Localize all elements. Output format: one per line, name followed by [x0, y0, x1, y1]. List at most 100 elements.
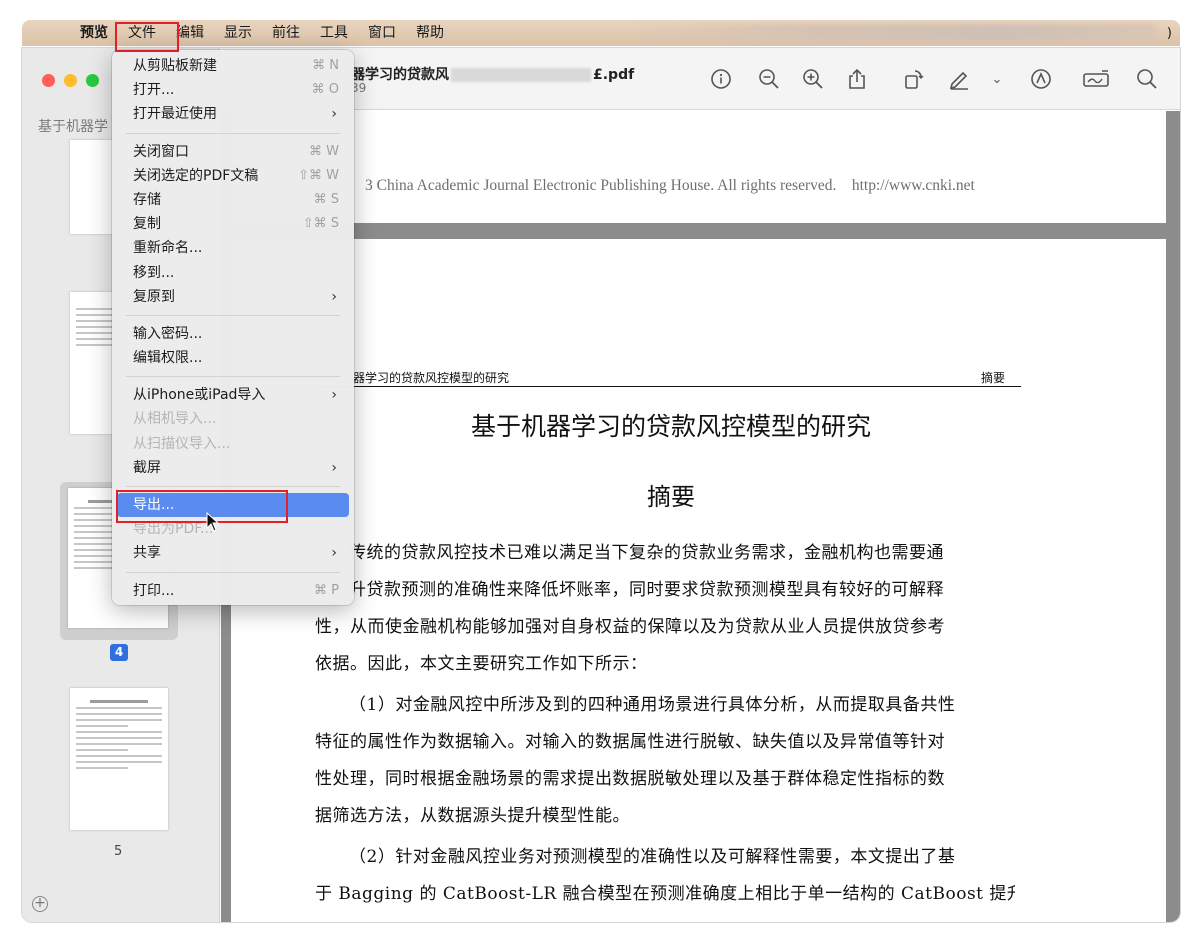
menu-item-share[interactable]: 共享 ›	[117, 541, 349, 565]
menu-item-label: 从剪贴板新建	[133, 58, 217, 74]
menu-item-close-selected-pdf[interactable]: 关闭选定的PDF文稿 ⇧⌘ W	[117, 164, 349, 188]
menu-item-label: 复原到	[133, 288, 175, 305]
redacted-title-segment	[451, 68, 591, 82]
menu-item-edit-permissions[interactable]: 编辑权限...	[117, 346, 349, 370]
chevron-down-icon[interactable]: ⌄	[985, 68, 1009, 92]
menu-item-label: 从扫描仪导入...	[133, 435, 231, 452]
menu-item-label: 关闭选定的PDF文稿	[133, 167, 259, 184]
text-line: 特征的属性作为数据输入。对输入的数据属性进行脱敏、缺失值以及异常值等针对	[315, 732, 945, 752]
abstract-paragraph-2: （1）对金融风控中所涉及到的四种通用场景进行具体分析，从而提取具备共性 特征的属…	[315, 687, 1015, 835]
menu-item-label: 导出为PDF...	[133, 521, 214, 538]
text-line: 性处理，同时根据金融场景的需求提出数据脱敏处理以及基于群体稳定性指标的数	[315, 769, 945, 789]
info-icon[interactable]	[709, 68, 733, 92]
menu-item-label: 复制	[133, 216, 161, 233]
text-line: 升贷款预测的准确性来降低坏账率，同时要求贷款预测模型具有较好的可解释	[349, 580, 944, 600]
shortcut-label: ⌘ O	[311, 82, 339, 98]
selected-page-number: 4	[110, 644, 128, 661]
menu-item-move-to[interactable]: 移到...	[117, 261, 349, 285]
page-3-bottom: 3 China Academic Journal Electronic Publ…	[231, 111, 1166, 223]
abstract-heading: 摘要	[647, 483, 695, 511]
menu-item-label: 从iPhone或iPad导入	[133, 387, 266, 404]
menu-item-label: 编辑权限...	[133, 350, 203, 367]
signature-icon[interactable]	[1081, 68, 1111, 92]
thumbnail-page-5[interactable]	[70, 688, 168, 830]
text-line: （1）对金融风控中所涉及到的四种通用场景进行具体分析，从而提取具备共性	[349, 695, 956, 715]
zoom-in-icon[interactable]	[801, 68, 825, 92]
chevron-right-icon: ›	[331, 106, 337, 123]
rotate-icon[interactable]	[901, 68, 925, 92]
menu-item-save[interactable]: 存储 ⌘ S	[117, 188, 349, 212]
toolbar: 器学习的贷款风 £.pdf 39 ⌄	[221, 48, 1180, 110]
sidebar-title: 基于机器学	[38, 119, 108, 135]
header-rule	[321, 386, 1021, 387]
chevron-right-icon: ›	[331, 459, 337, 476]
menu-item-label: 打印...	[133, 582, 175, 599]
window-controls	[42, 74, 99, 87]
paper-title: 基于机器学习的贷款风控模型的研究	[470, 412, 871, 441]
menu-item-label: 重新命名...	[133, 240, 203, 257]
shortcut-label: ⌘ S	[313, 191, 339, 207]
menu-go[interactable]: 前往	[262, 20, 310, 46]
menu-window[interactable]: 窗口	[358, 20, 406, 46]
menu-item-revert-to[interactable]: 复原到 ›	[117, 285, 349, 309]
menu-item-import-from-iphone[interactable]: 从iPhone或iPad导入 ›	[117, 383, 349, 407]
share-icon[interactable]	[845, 68, 869, 92]
abstract-paragraph-1: 传统的贷款风控技术已难以满足当下复杂的贷款业务需求，金融机构也需要通 升贷款预测…	[315, 535, 1015, 683]
menu-item-close-window[interactable]: 关闭窗口 ⌘ W	[117, 140, 349, 164]
export-highlight-box	[116, 490, 288, 523]
text-line: 依据。因此，本文主要研究工作如下所示：	[315, 654, 648, 674]
zoom-out-icon[interactable]	[757, 68, 781, 92]
menu-bar: 预览 文件 编辑 显示 前往 工具 窗口 帮助 )	[22, 20, 1180, 46]
menu-item-enter-password[interactable]: 输入密码...	[117, 322, 349, 346]
menu-separator	[126, 571, 340, 573]
add-icon[interactable]: +	[32, 896, 48, 912]
annotate-icon[interactable]	[1029, 68, 1053, 92]
page-number-5: 5	[114, 844, 123, 859]
menu-item-print[interactable]: 打印... ⌘ P	[117, 579, 349, 603]
chevron-right-icon: ›	[331, 387, 337, 404]
copyright-notice: 3 China Academic Journal Electronic Publ…	[365, 177, 975, 194]
menu-separator	[126, 314, 340, 316]
menu-item-label: 存储	[133, 191, 161, 208]
menu-item-screenshot[interactable]: 截屏 ›	[117, 456, 349, 480]
chevron-right-icon: ›	[331, 288, 337, 305]
menu-separator	[126, 376, 340, 378]
menu-app-preview[interactable]: 预览	[70, 20, 118, 46]
markup-pen-icon[interactable]	[947, 68, 971, 92]
document-view[interactable]: 3 China Academic Journal Electronic Publ…	[221, 111, 1180, 922]
menu-item-label: 输入密码...	[133, 325, 203, 342]
menu-item-label: 打开最近使用	[133, 106, 217, 123]
shortcut-label: ⌘ P	[314, 582, 339, 598]
menu-help[interactable]: 帮助	[406, 20, 454, 46]
menu-item-duplicate[interactable]: 复制 ⇧⌘ S	[117, 212, 349, 236]
menu-item-label: 关闭窗口	[133, 143, 189, 160]
text-line: 性，从而使金融机构能够加强对自身权益的保障以及为贷款从业人员提供放贷参考	[315, 617, 945, 637]
menu-separator	[126, 486, 340, 487]
menu-item-rename[interactable]: 重新命名...	[117, 236, 349, 260]
menu-item-label: 移到...	[133, 264, 175, 281]
running-header-left: 器学习的贷款风控模型的研究	[353, 371, 510, 385]
menu-separator	[126, 132, 340, 134]
menubar-right-fragment: )	[1166, 25, 1172, 41]
close-button[interactable]	[42, 74, 55, 87]
menu-item-open[interactable]: 打开... ⌘ O	[117, 78, 349, 102]
menu-item-import-from-camera: 从相机导入...	[117, 407, 349, 431]
document-title-suffix: £.pdf	[593, 67, 635, 83]
menu-item-new-from-clipboard[interactable]: 从剪贴板新建 ⌘ N	[117, 54, 349, 78]
zoom-button[interactable]	[86, 74, 99, 87]
blurred-status-area	[636, 24, 1157, 42]
menu-tools[interactable]: 工具	[310, 20, 358, 46]
page-4: 器学习的贷款风控模型的研究 摘要 基于机器学习的贷款风控模型的研究 摘要 传统的…	[231, 239, 1166, 922]
minimize-button[interactable]	[64, 74, 77, 87]
shortcut-label: ⌘ N	[312, 58, 339, 73]
shortcut-label: ⇧⌘ W	[298, 167, 339, 183]
menu-item-label: 截屏	[133, 459, 161, 476]
menu-view[interactable]: 显示	[214, 20, 262, 46]
menu-item-open-recent[interactable]: 打开最近使用 ›	[117, 102, 349, 126]
shortcut-label: ⇧⌘ S	[302, 216, 339, 232]
menu-item-import-from-scanner: 从扫描仪导入...	[117, 432, 349, 456]
running-header-right: 摘要	[981, 371, 1006, 385]
text-line: （2）针对金融风控业务对预测模型的准确性以及可解释性需要，本文提出了基	[349, 847, 956, 867]
search-icon[interactable]	[1135, 68, 1159, 92]
menu-item-label: 从相机导入...	[133, 411, 217, 428]
